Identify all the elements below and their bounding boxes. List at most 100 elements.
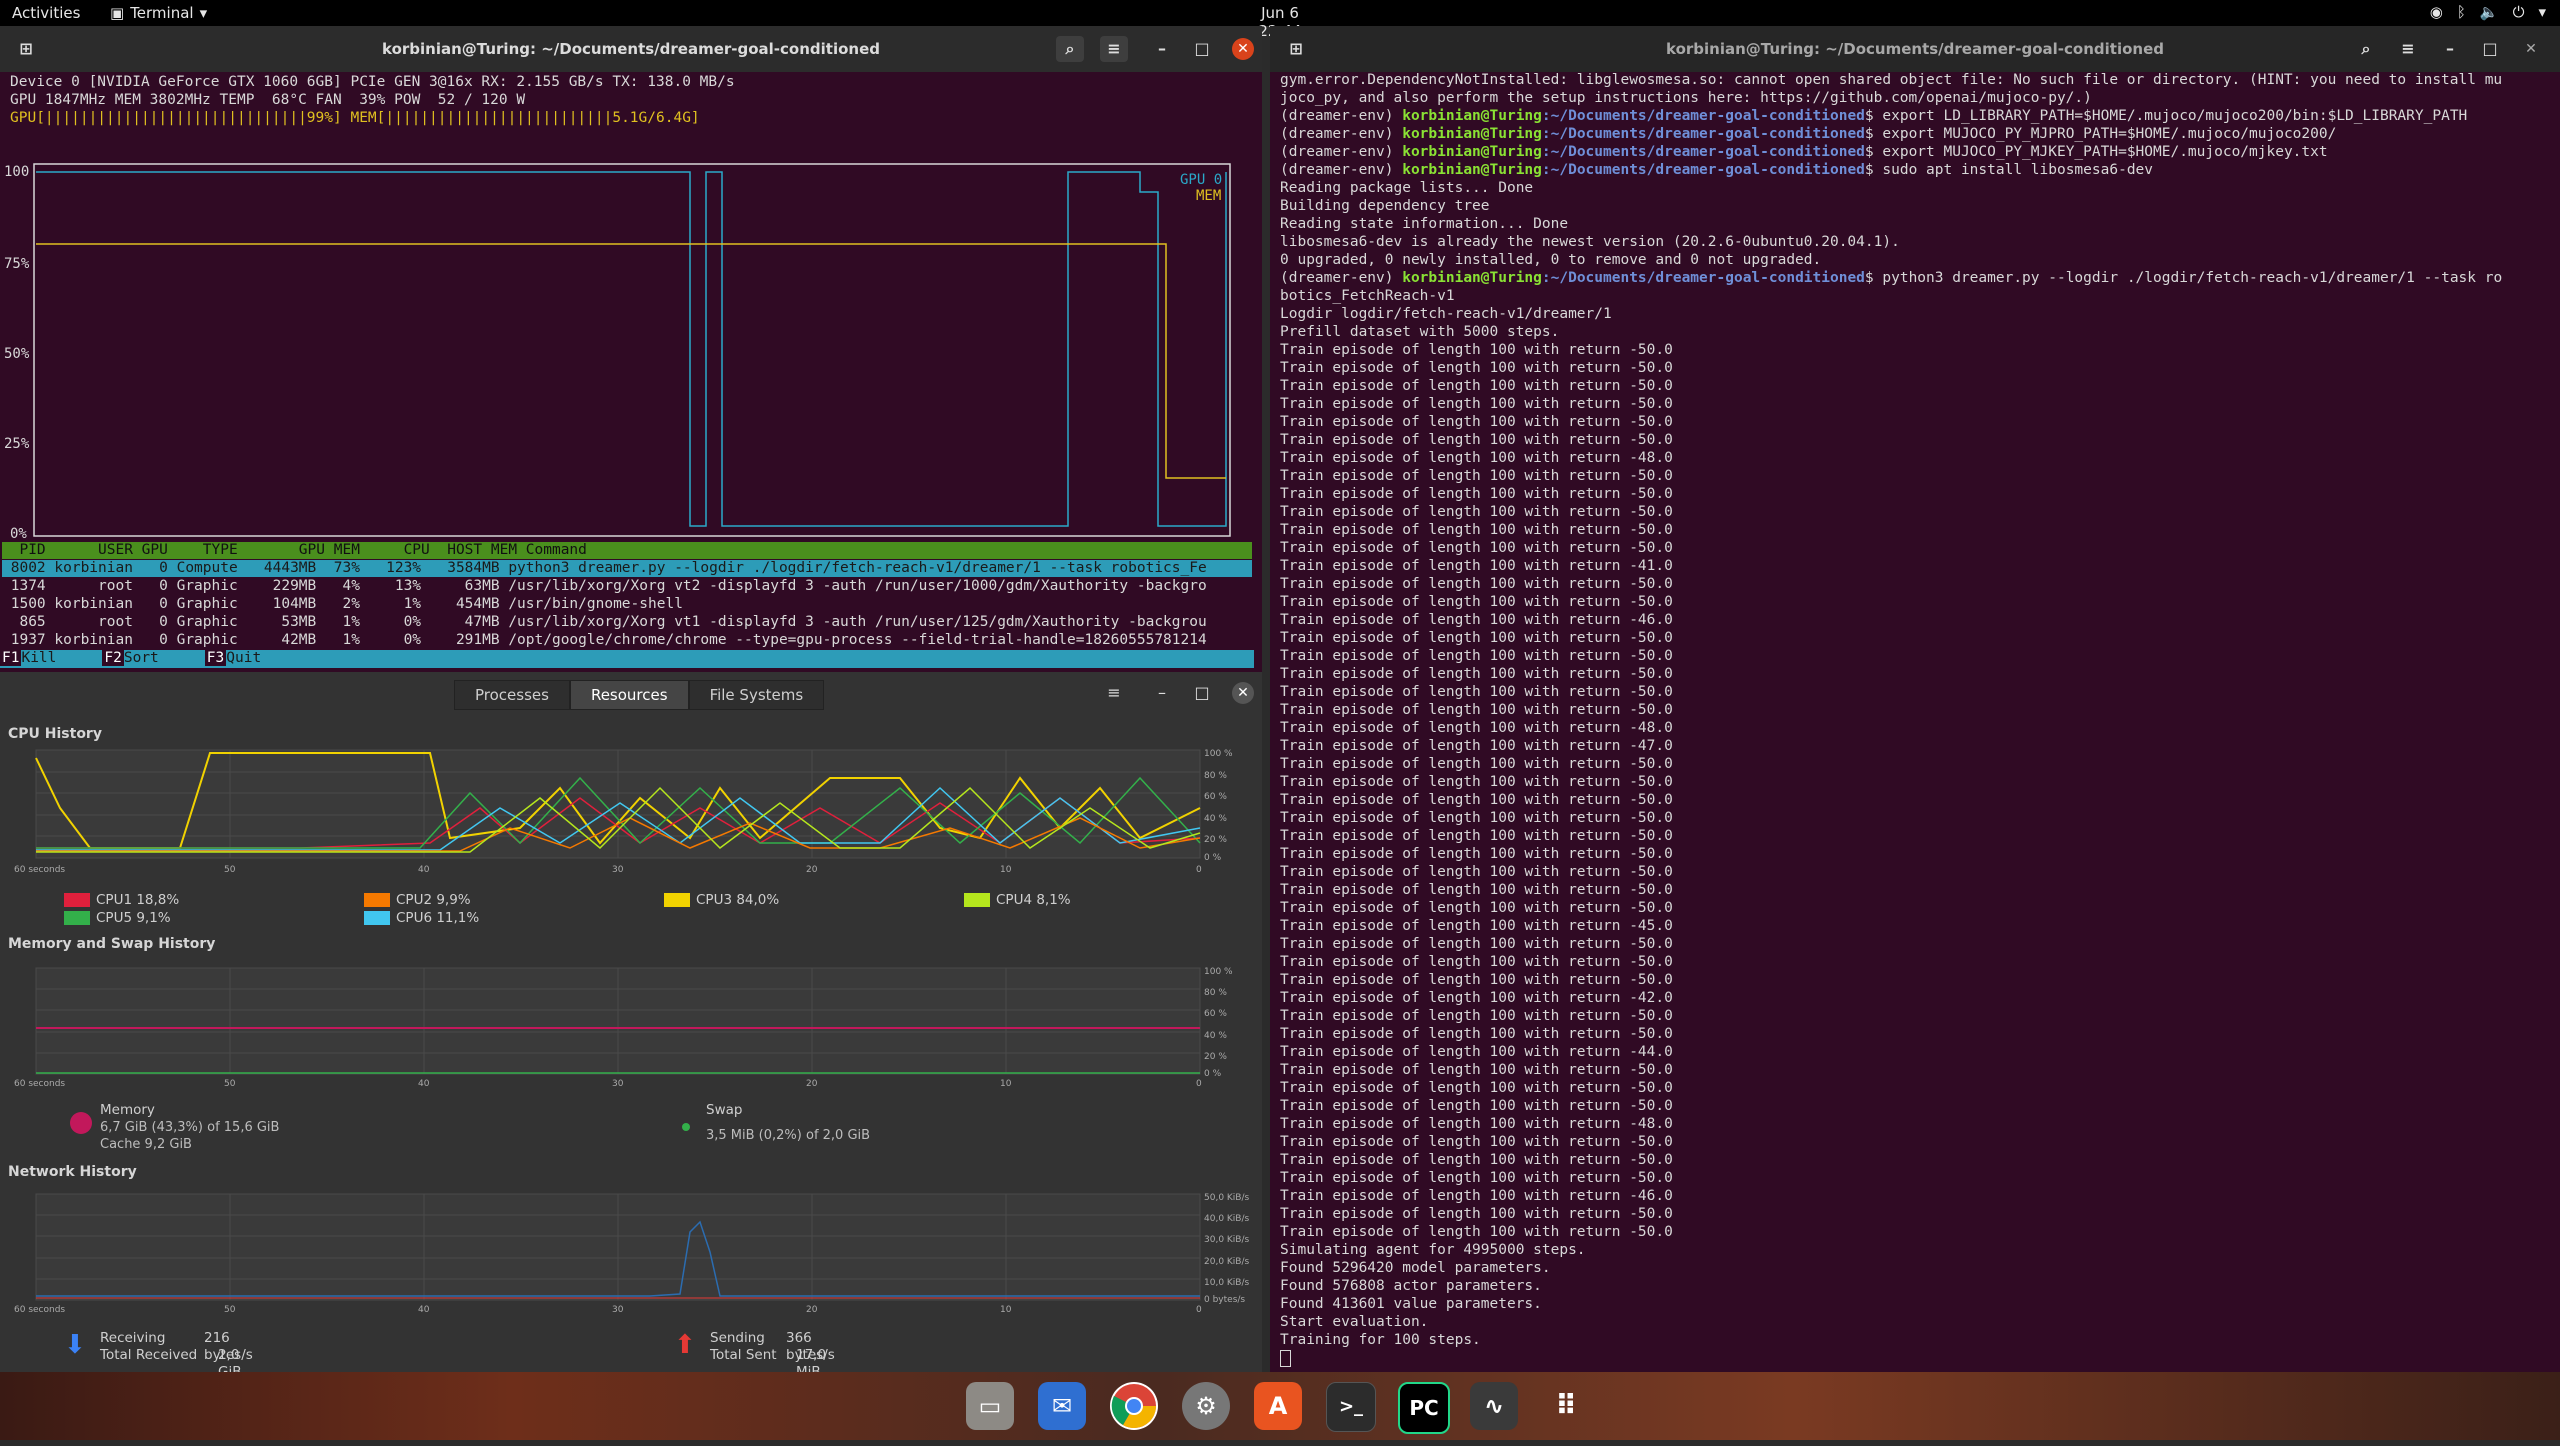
minimize-icon[interactable]: – bbox=[1148, 680, 1176, 706]
cpu1-label: CPU1 18,8% bbox=[96, 892, 180, 908]
cpu6-swatch[interactable] bbox=[364, 911, 390, 925]
tab-processes[interactable]: Processes bbox=[454, 680, 570, 710]
kill-label[interactable]: Kill bbox=[21, 650, 102, 666]
cpu5-legend[interactable]: CPU5 9,1% bbox=[64, 910, 171, 926]
maximize-icon[interactable]: □ bbox=[1188, 36, 1216, 62]
process-row[interactable]: 865 root 0 Graphic 53MB 1% 0% 47MB /usr/… bbox=[2, 614, 1252, 631]
episode-line: Train episode of length 100 with return … bbox=[1280, 504, 1673, 520]
pct-label: 40 % bbox=[1204, 1031, 1227, 1041]
terminal-line: Training for 100 steps. bbox=[1280, 1332, 1481, 1348]
cpu2-legend[interactable]: CPU2 9,9% bbox=[364, 892, 471, 908]
terminal-output[interactable]: gym.error.DependencyNotInstalled: libgle… bbox=[1270, 72, 2560, 1372]
cpu1-legend[interactable]: CPU1 18,8% bbox=[64, 892, 179, 908]
software-icon[interactable]: A bbox=[1254, 1382, 1302, 1430]
close-icon[interactable]: ✕ bbox=[1232, 38, 1254, 60]
pct-label: 0 % bbox=[1204, 853, 1222, 863]
process-row[interactable]: 1937 korbinian 0 Graphic 42MB 1% 0% 291M… bbox=[2, 632, 1252, 649]
minimize-icon[interactable]: – bbox=[1148, 36, 1176, 62]
app-grid-icon[interactable]: ⠿ bbox=[1542, 1382, 1590, 1430]
maximize-icon[interactable]: □ bbox=[1188, 680, 1216, 706]
cpu-history-title: CPU History bbox=[8, 726, 102, 742]
cpu2-swatch[interactable] bbox=[364, 893, 390, 907]
system-tray[interactable]: ◉ ᛒ 🔈 ⏻ ▾ bbox=[2430, 3, 2546, 21]
app-menu[interactable]: ▣ Terminal ▾ bbox=[110, 4, 207, 22]
swap-pie-icon[interactable] bbox=[682, 1123, 690, 1131]
receiving-arrow-icon[interactable]: ⬇ bbox=[64, 1332, 86, 1358]
net-label: 30,0 KiB/s bbox=[1204, 1235, 1250, 1245]
terminal-line: 0 upgraded, 0 newly installed, 0 to remo… bbox=[1280, 252, 1822, 268]
chrome-icon[interactable] bbox=[1110, 1382, 1158, 1430]
process-row-selected[interactable]: 8002 korbinian 0 Compute 4443MB 73% 123%… bbox=[2, 560, 1252, 577]
nvtop-output[interactable]: Device 0 [NVIDIA GeForce GTX 1060 6GB] P… bbox=[0, 72, 1262, 672]
prompt-path: :~/Documents/dreamer-goal-conditioned bbox=[1541, 108, 1865, 124]
quit-label[interactable]: Quit bbox=[226, 650, 261, 666]
command-text: $ sudo apt install libosmesa6-dev bbox=[1864, 162, 2154, 178]
search-icon[interactable]: ⌕ bbox=[1056, 36, 1084, 62]
terminal-line: Reading state information... Done bbox=[1280, 216, 1569, 232]
sort-label[interactable]: Sort bbox=[124, 650, 205, 666]
tab-resources[interactable]: Resources bbox=[569, 680, 689, 710]
cpu4-swatch[interactable] bbox=[964, 893, 990, 907]
net-label: 40,0 KiB/s bbox=[1204, 1214, 1250, 1224]
power-icon: ⏻ bbox=[2512, 3, 2525, 21]
close-icon[interactable]: ✕ bbox=[1232, 682, 1254, 704]
memory-label: Memory bbox=[100, 1102, 155, 1118]
pct-label: 40 % bbox=[1204, 814, 1227, 824]
settings-icon[interactable]: ⚙ bbox=[1182, 1382, 1230, 1430]
menu-icon[interactable]: ≡ bbox=[1100, 680, 1128, 706]
usage-bar-line: GPU[||||||||||||||||||||||||||||||99%] M… bbox=[10, 110, 700, 126]
menu-icon[interactable]: ≡ bbox=[2394, 36, 2422, 62]
episode-line: Train episode of length 100 with return … bbox=[1280, 360, 1673, 376]
pycharm-icon[interactable]: PC bbox=[1398, 1382, 1450, 1434]
window-titlebar[interactable]: ⊞ korbinian@Turing: ~/Documents/dreamer-… bbox=[0, 26, 1262, 72]
x-label: 10 bbox=[1000, 865, 1012, 875]
prompt-user: korbinian@Turing bbox=[1402, 144, 1542, 160]
swap-legend: Swap 3,5 MiB (0,2%) of 2,0 GiB bbox=[706, 1102, 870, 1144]
minimize-icon[interactable]: – bbox=[2436, 36, 2464, 62]
cpu6-legend[interactable]: CPU6 11,1% bbox=[364, 910, 479, 926]
menu-icon[interactable]: ≡ bbox=[1100, 36, 1128, 62]
episode-line: Train episode of length 100 with return … bbox=[1280, 738, 1673, 754]
x-label: 40 bbox=[418, 1305, 430, 1315]
episode-line: Train episode of length 100 with return … bbox=[1280, 810, 1673, 826]
volume-icon: 🔈 bbox=[2479, 3, 2499, 21]
process-row[interactable]: 1500 korbinian 0 Graphic 104MB 2% 1% 454… bbox=[2, 596, 1252, 613]
cpu3-legend[interactable]: CPU3 84,0% bbox=[664, 892, 779, 908]
maximize-icon[interactable]: □ bbox=[2476, 36, 2504, 62]
receiving-legend: Receiving216 bytes/s Total Received2,0 G… bbox=[100, 1330, 253, 1380]
tab-file-systems[interactable]: File Systems bbox=[688, 680, 825, 710]
x-label: 10 bbox=[1000, 1305, 1012, 1315]
search-icon[interactable]: ⌕ bbox=[2352, 36, 2380, 62]
legend-mem: MEM bbox=[1196, 188, 1221, 204]
memory-pie-icon[interactable] bbox=[70, 1112, 92, 1134]
x-label: 50 bbox=[224, 1079, 236, 1089]
cpu4-legend[interactable]: CPU4 8,1% bbox=[964, 892, 1071, 908]
pct-label: 100 % bbox=[1204, 749, 1233, 759]
x-label: 0 bbox=[1196, 1305, 1202, 1315]
terminal-icon[interactable]: >_ bbox=[1326, 1382, 1376, 1432]
x-label: 50 bbox=[224, 1305, 236, 1315]
cpu3-swatch[interactable] bbox=[664, 893, 690, 907]
f1-key[interactable]: F1 bbox=[0, 650, 22, 666]
prompt-path: :~/Documents/dreamer-goal-conditioned bbox=[1541, 144, 1865, 160]
system-monitor-icon[interactable]: ∿ bbox=[1470, 1382, 1518, 1430]
cpu5-label: CPU5 9,1% bbox=[96, 910, 171, 926]
f3-key[interactable]: F3 bbox=[204, 650, 227, 666]
thunderbird-icon[interactable]: ✉ bbox=[1038, 1382, 1086, 1430]
window-titlebar[interactable]: ⊞ korbinian@Turing: ~/Documents/dreamer-… bbox=[1270, 26, 2560, 72]
y-label-75: 75% bbox=[4, 256, 30, 272]
terminal-line: Building dependency tree bbox=[1280, 198, 1490, 214]
close-icon[interactable]: ✕ bbox=[2520, 38, 2542, 60]
episode-line: Train episode of length 100 with return … bbox=[1280, 756, 1673, 772]
sending-arrow-icon[interactable]: ⬆ bbox=[674, 1332, 696, 1358]
terminal-lines: gym.error.DependencyNotInstalled: libgle… bbox=[1270, 72, 2560, 1368]
terminal-line: (dreamer-env) korbinian@Turing:~/Documen… bbox=[1270, 144, 2560, 162]
terminal-line: joco_py, and also perform the setup inst… bbox=[1280, 90, 2092, 106]
nvtop-terminal-window: ⊞ korbinian@Turing: ~/Documents/dreamer-… bbox=[0, 26, 1262, 672]
activities-button[interactable]: Activities bbox=[12, 4, 80, 22]
f2-key[interactable]: F2 bbox=[102, 650, 124, 666]
process-row[interactable]: 1374 root 0 Graphic 229MB 4% 13% 63MB /u… bbox=[2, 578, 1252, 595]
cpu1-swatch[interactable] bbox=[64, 893, 90, 907]
cpu5-swatch[interactable] bbox=[64, 911, 90, 925]
files-icon[interactable]: ▭ bbox=[966, 1382, 1014, 1430]
